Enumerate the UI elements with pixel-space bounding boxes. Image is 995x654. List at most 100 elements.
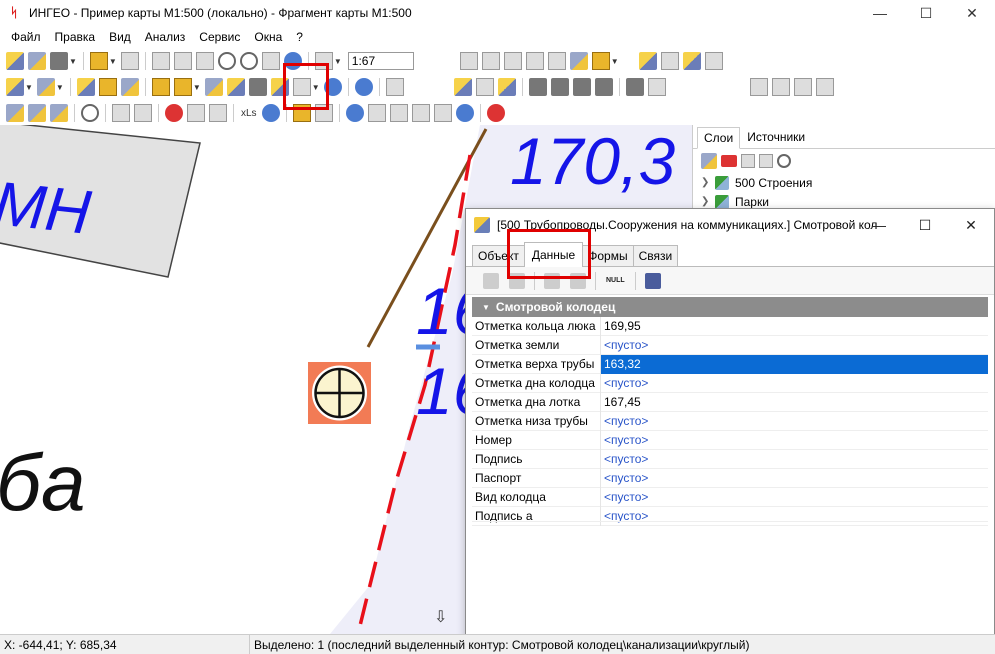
zoom-out-icon[interactable] [239, 52, 258, 70]
dropdown-arrow-icon[interactable]: ▼ [611, 57, 619, 66]
layers-icon[interactable] [50, 52, 68, 70]
menu-windows[interactable]: Окна [247, 30, 289, 44]
menu-edit[interactable]: Правка [48, 30, 103, 44]
layer-item[interactable]: ❯ 500 Строения [693, 173, 995, 192]
select-layer-icon[interactable] [569, 52, 588, 70]
print-icon[interactable] [120, 52, 139, 70]
print-preview-icon[interactable] [89, 52, 108, 70]
snap-vertex-icon[interactable] [682, 52, 701, 70]
edit-layer-icon[interactable] [453, 78, 472, 96]
snap-icon[interactable] [638, 52, 657, 70]
export-xls-button[interactable]: xLs [241, 108, 257, 119]
dialog-title-bar[interactable]: [500 Трубопроводы.Сооружения на коммуник… [466, 209, 994, 241]
property-row[interactable]: Отметка земли <пусто> [472, 335, 988, 355]
layers-refresh-icon[interactable] [701, 153, 717, 169]
dropdown-arrow-icon[interactable]: ▼ [334, 57, 342, 66]
split-icon[interactable] [204, 78, 223, 96]
globe-icon[interactable] [345, 104, 364, 122]
slice-icon[interactable] [625, 78, 644, 96]
delete-record-icon[interactable] [570, 272, 586, 289]
property-row[interactable]: Подпись <пусто> [472, 449, 988, 469]
table-icon[interactable] [292, 78, 311, 96]
property-value[interactable]: <пусто> [600, 468, 988, 488]
property-row[interactable]: Номер <пусто> [472, 430, 988, 450]
select-style-icon[interactable] [591, 52, 610, 70]
property-row[interactable]: Отметка дна колодца <пусто> [472, 373, 988, 393]
house-icon[interactable] [367, 104, 386, 122]
close-button[interactable]: ✕ [949, 0, 995, 26]
text-label-icon[interactable] [749, 78, 768, 96]
property-value[interactable]: 167,45 [600, 392, 988, 412]
select-point-icon[interactable] [481, 52, 500, 70]
menu-analysis[interactable]: Анализ [138, 30, 193, 44]
set-null-button[interactable]: NULL [606, 277, 625, 284]
maximize-button[interactable]: ☐ [903, 0, 949, 26]
intersect-icon[interactable] [550, 78, 569, 96]
table-settings-icon[interactable] [644, 272, 661, 289]
help-icon[interactable] [455, 104, 474, 122]
route-icon[interactable] [411, 104, 430, 122]
zoom-window-icon[interactable] [195, 52, 214, 70]
network-icon[interactable] [292, 104, 311, 122]
edit-nodes-icon[interactable] [151, 78, 170, 96]
zoom-all-icon[interactable] [261, 52, 280, 70]
buffer-icon[interactable] [647, 78, 666, 96]
new-contour-icon[interactable] [36, 78, 55, 96]
collapse-triangle-icon[interactable]: ▼ [482, 303, 490, 312]
select-rect-icon[interactable] [503, 52, 522, 70]
menu-help[interactable]: ? [289, 30, 310, 44]
copy-object-icon[interactable] [98, 78, 117, 96]
object-properties-icon[interactable] [270, 78, 289, 96]
plugin-icon[interactable] [486, 104, 505, 122]
property-group-header[interactable]: ▼ Смотровой колодец [472, 297, 988, 317]
pin-icon[interactable] [389, 104, 408, 122]
zoom-extent-icon[interactable] [151, 52, 170, 70]
tab-sources[interactable]: Источники [740, 126, 812, 148]
property-value[interactable]: <пусто> [600, 411, 988, 431]
menu-view[interactable]: Вид [102, 30, 138, 44]
snap-grid-icon[interactable] [660, 52, 679, 70]
dropdown-arrow-icon[interactable]: ▼ [25, 83, 33, 92]
layers-arrows-icon[interactable] [721, 155, 737, 167]
add-record-icon[interactable] [483, 272, 499, 289]
gear-icon[interactable] [777, 154, 791, 168]
chevron-right-icon[interactable]: ❯ [701, 177, 715, 188]
merge-icon[interactable] [226, 78, 245, 96]
text-format-icon[interactable] [793, 78, 812, 96]
dropdown-arrow-icon[interactable]: ▼ [56, 83, 64, 92]
dialog-close-button[interactable]: ✕ [948, 209, 994, 241]
undo-icon[interactable] [354, 78, 373, 96]
mark-icon[interactable] [209, 104, 227, 122]
open-map-icon[interactable] [6, 52, 24, 70]
flag-point-icon[interactable] [6, 104, 24, 122]
text-style-icon[interactable] [771, 78, 790, 96]
property-row[interactable]: Отметка кольца люка 169,95 [472, 316, 988, 336]
rotate-icon[interactable] [497, 78, 516, 96]
dropdown-arrow-icon[interactable]: ▼ [193, 83, 201, 92]
chevron-right-icon[interactable]: ❯ [701, 196, 715, 207]
dropdown-arrow-icon[interactable]: ▼ [312, 83, 320, 92]
save-icon[interactable] [28, 52, 46, 70]
new-object-icon[interactable] [6, 78, 24, 96]
flag-line-icon[interactable] [28, 104, 46, 122]
tab-data[interactable]: Данные [523, 242, 584, 267]
property-value[interactable]: <пусто> [600, 449, 988, 469]
property-row[interactable]: Отметка верха трубы 163,32 [472, 354, 988, 374]
move-record-icon[interactable] [544, 272, 560, 289]
property-value[interactable]: <пусто> [600, 373, 988, 393]
pan-hand-icon[interactable] [173, 52, 192, 70]
search-icon[interactable] [81, 104, 99, 122]
property-value[interactable]: <пусто> [600, 335, 988, 355]
refresh-icon[interactable] [283, 52, 302, 70]
tab-forms[interactable]: Формы [582, 245, 634, 266]
subtract-icon[interactable] [572, 78, 591, 96]
filter-icon[interactable] [187, 104, 205, 122]
draw-line-icon[interactable] [173, 78, 192, 96]
tab-links[interactable]: Связи [632, 245, 679, 266]
move-object-icon[interactable] [120, 78, 139, 96]
download-icon[interactable] [261, 104, 280, 122]
select-arrow-icon[interactable] [459, 52, 478, 70]
snap-edge-icon[interactable] [704, 52, 723, 70]
xor-icon[interactable] [594, 78, 613, 96]
zoom-scale-icon[interactable] [314, 52, 333, 70]
